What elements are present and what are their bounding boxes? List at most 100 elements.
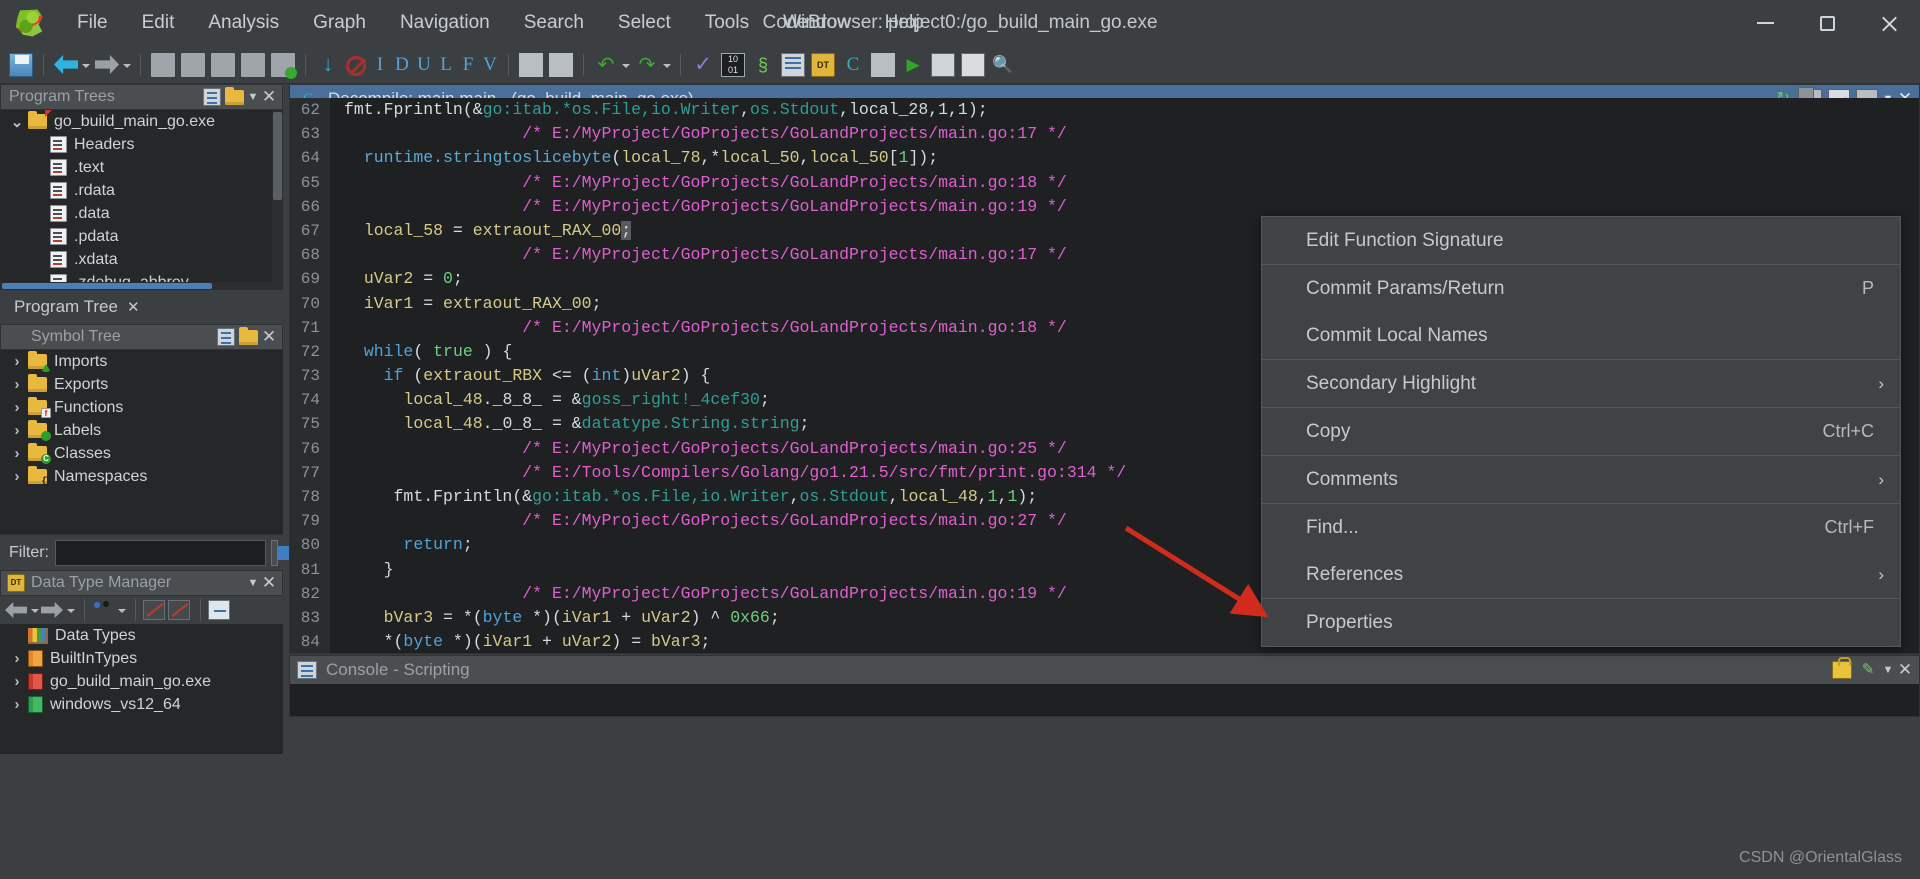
code-text[interactable]: /* E:/MyProject/GoProjects/GoLandProject… (330, 171, 1067, 195)
context-menu[interactable]: Edit Function Signature Commit Params/Ret… (1261, 216, 1901, 647)
dtm-filter-icon[interactable] (92, 600, 114, 620)
twisty-collapsed-icon[interactable]: › (6, 696, 28, 713)
filter-options-icon[interactable] (271, 539, 291, 566)
undo-icon[interactable]: ↶ (594, 53, 618, 77)
symbol-tree-close-icon[interactable]: ✕ (260, 328, 278, 346)
dtm-hide-pointers-icon[interactable] (168, 600, 190, 620)
code-text[interactable]: while( true ) { (330, 340, 513, 364)
context-menu-item-commit-local-names[interactable]: Commit Local Names (1262, 312, 1900, 359)
tree-row[interactable]: › Labels (0, 419, 283, 442)
code-text[interactable]: /* E:/MyProject/GoProjects/GoLandProject… (330, 243, 1067, 267)
menu-item-select[interactable]: Select (601, 7, 688, 39)
code-text[interactable]: /* E:/MyProject/GoProjects/GoLandProject… (330, 195, 1067, 219)
code-line[interactable]: 63 /* E:/MyProject/GoProjects/GoLandProj… (290, 122, 1919, 147)
diff-next-icon[interactable] (549, 52, 573, 77)
tree-row[interactable]: › BuiltInTypes (0, 647, 283, 670)
twisty-collapsed-icon[interactable]: › (6, 422, 28, 439)
dtm-hide-arrays-icon[interactable] (143, 600, 165, 620)
create-class-icon[interactable] (217, 328, 235, 346)
tree-row[interactable]: › windows_vs12_64 (0, 693, 283, 716)
tree-row[interactable]: › f Functions (0, 396, 283, 419)
context-menu-item-comments[interactable]: Comments › (1262, 456, 1900, 503)
dtm-collapse-all-icon[interactable] (208, 600, 230, 620)
toolbar-letter-l[interactable]: L (435, 53, 457, 77)
dtm-filter-dropdown-icon[interactable] (117, 599, 126, 621)
lock-icon[interactable] (1832, 657, 1852, 679)
forward-dropdown-icon[interactable] (122, 54, 131, 76)
tree-row[interactable]: .pdata (0, 225, 283, 248)
minimize-button[interactable] (1734, 0, 1796, 46)
code-text[interactable]: if (extraout_RBX <= (int)uVar2) { (330, 364, 711, 388)
code-text[interactable]: /* E:/MyProject/GoProjects/GoLandProject… (330, 316, 1067, 340)
new-tree-icon[interactable] (203, 88, 221, 106)
context-menu-item-find[interactable]: Find... Ctrl+F (1262, 504, 1900, 551)
program-trees-hscrollbar[interactable] (0, 282, 283, 290)
search-memory-icon[interactable]: 🔍 (991, 53, 1015, 77)
code-text[interactable]: *(byte *)(iVar1 + uVar2) = bVar3; (330, 630, 711, 653)
back-dropdown-icon[interactable] (81, 54, 90, 76)
tab-program-tree[interactable]: Program Tree (14, 297, 118, 317)
console-output[interactable] (290, 684, 1919, 716)
menu-item-graph[interactable]: Graph (296, 7, 383, 39)
toolbar-letter-u[interactable]: U (413, 53, 435, 77)
snapshot-icon[interactable] (151, 52, 175, 77)
menu-item-tools[interactable]: Tools (688, 7, 766, 39)
console-close-icon[interactable]: ✕ (1895, 660, 1915, 680)
script-manager-icon[interactable]: § (751, 53, 775, 77)
clear-flow-icon[interactable] (346, 55, 366, 76)
data-types-body[interactable]: Data Types › BuiltInTypes › go_build_mai… (0, 624, 283, 754)
code-text[interactable]: return; (330, 533, 472, 557)
code-text[interactable]: bVar3 = *(byte *)(iVar1 + uVar2) ^ 0x66; (330, 606, 780, 630)
call-tree-icon[interactable] (961, 52, 985, 77)
close-button[interactable] (1858, 0, 1920, 46)
code-text[interactable]: local_58 = extraout_RAX_00; (330, 219, 632, 243)
twisty-collapsed-icon[interactable]: › (6, 673, 28, 690)
toolbar-letter-d[interactable]: D (391, 53, 413, 77)
dtm-back-icon[interactable] (5, 602, 27, 618)
tree-row[interactable]: › go_build_main_go.exe (0, 670, 283, 693)
open-tree-icon[interactable] (225, 86, 244, 105)
new-snapshot-icon[interactable] (271, 52, 297, 79)
context-menu-item-edit-function-signature[interactable]: Edit Function Signature (1262, 217, 1900, 264)
toolbar-letter-v[interactable]: V (479, 53, 501, 77)
snapshot-prev-icon[interactable] (181, 52, 205, 77)
memory-map-icon[interactable] (931, 52, 955, 77)
console-menu-icon[interactable]: ▼ (1881, 664, 1895, 676)
twisty-collapsed-icon[interactable]: › (6, 353, 28, 370)
context-menu-item-properties[interactable]: Properties (1262, 599, 1900, 646)
program-trees-menu-icon[interactable]: ▼ (246, 88, 260, 106)
redo-dropdown-icon[interactable] (662, 54, 671, 76)
tree-row[interactable]: › Imports (0, 350, 283, 373)
diff-prev-icon[interactable] (519, 52, 543, 77)
symbol-table-icon[interactable] (781, 52, 805, 77)
toolbar-letter-i[interactable]: I (369, 53, 391, 77)
context-menu-item-commit-params-return[interactable]: Commit Params/Return P (1262, 265, 1900, 312)
redo-icon[interactable]: ↷ (635, 53, 659, 77)
tree-row[interactable]: Data Types (0, 624, 283, 647)
code-line[interactable]: 65 /* E:/MyProject/GoProjects/GoLandProj… (290, 170, 1919, 195)
tree-row[interactable]: .text (0, 156, 283, 179)
goto-address-icon[interactable]: ↓ (316, 53, 340, 77)
twisty-expanded-icon[interactable]: ⌄ (6, 113, 28, 131)
tree-row[interactable]: › C Classes (0, 442, 283, 465)
function-graph-icon[interactable] (871, 52, 895, 77)
code-text[interactable]: /* E:/MyProject/GoProjects/GoLandProject… (330, 122, 1067, 146)
code-text[interactable]: iVar1 = extraout_RAX_00; (330, 292, 602, 316)
tree-row[interactable]: › Exports (0, 373, 283, 396)
back-icon[interactable] (54, 54, 78, 75)
symbol-tree-filter-input[interactable] (55, 539, 266, 566)
code-text[interactable]: uVar2 = 0; (330, 267, 463, 291)
undo-dropdown-icon[interactable] (621, 54, 630, 76)
dtm-forward-dropdown-icon[interactable] (66, 599, 75, 621)
program-trees-vscrollbar[interactable] (272, 110, 283, 282)
rename-icon[interactable] (239, 326, 258, 345)
dtm-back-dropdown-icon[interactable] (30, 599, 39, 621)
save-icon[interactable] (9, 52, 33, 77)
code-text[interactable]: /* E:/MyProject/GoProjects/GoLandProject… (330, 437, 1067, 461)
data-type-manager-icon[interactable]: DT (811, 52, 835, 77)
dtm-forward-icon[interactable] (41, 600, 63, 620)
program-trees-close-icon[interactable]: ✕ (260, 88, 278, 106)
bytes-viewer-icon[interactable]: 10 01 (721, 52, 745, 77)
menu-item-help[interactable]: Help (868, 7, 941, 39)
snapshot-last-icon[interactable] (241, 52, 265, 77)
